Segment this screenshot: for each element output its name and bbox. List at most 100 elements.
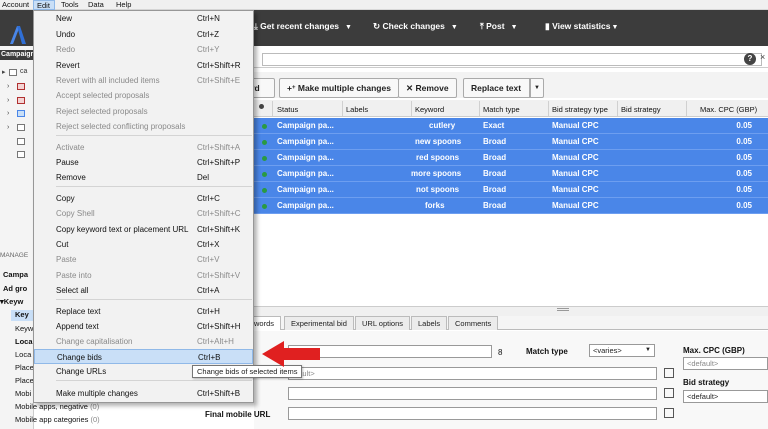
table-row[interactable]: Campaign pa... red spoons Broad Manual C… bbox=[254, 150, 768, 166]
menu-item-replace-text[interactable]: Replace text Ctrl+H bbox=[34, 304, 253, 319]
column-labels[interactable]: Labels bbox=[346, 105, 368, 114]
campaign-icon[interactable] bbox=[17, 83, 25, 90]
tree-expander[interactable]: › bbox=[7, 97, 9, 104]
manage-item-placements[interactable]: Place bbox=[15, 363, 34, 372]
tab-url-options[interactable]: URL options bbox=[355, 316, 410, 330]
menu-item-paste: Paste Ctrl+V bbox=[34, 252, 253, 267]
status-enabled-icon bbox=[262, 172, 267, 177]
tree-expander[interactable]: ▸ bbox=[2, 68, 6, 76]
menu-item-shortcut: Ctrl+H bbox=[197, 307, 220, 316]
menu-data[interactable]: Data bbox=[88, 0, 104, 10]
manage-item-ad-groups[interactable]: Ad gro bbox=[3, 284, 27, 293]
bid-strategy-label: Bid strategy bbox=[683, 378, 730, 387]
menu-item-cut[interactable]: Cut Ctrl+X bbox=[34, 237, 253, 252]
table-row[interactable]: Campaign pa... not spoons Broad Manual C… bbox=[254, 182, 768, 198]
menu-item-remove[interactable]: Remove Del bbox=[34, 170, 253, 185]
tree-label[interactable]: ca bbox=[20, 68, 27, 75]
menu-item-make-multiple-changes[interactable]: Make multiple changes Ctrl+Shift+B bbox=[34, 386, 253, 401]
download-icon: ⤓ bbox=[254, 21, 258, 31]
menu-item-label: Activate bbox=[56, 143, 85, 152]
menu-bar: Account Edit Tools Data Help bbox=[0, 0, 768, 10]
match-type-label: Match type bbox=[526, 347, 568, 356]
menu-item-undo[interactable]: Undo Ctrl+Z bbox=[34, 27, 253, 42]
cell-campaign: Campaign pa... bbox=[277, 153, 334, 162]
campaign-icon[interactable] bbox=[17, 110, 25, 117]
menu-item-paste-into: Paste into Ctrl+Shift+V bbox=[34, 268, 253, 283]
open-link-icon[interactable] bbox=[664, 388, 674, 398]
menu-item-pause[interactable]: Pause Ctrl+Shift+P bbox=[34, 155, 253, 170]
menu-help[interactable]: Help bbox=[116, 0, 131, 10]
get-recent-changes-button[interactable]: ⤓ Get recent changes ▼ bbox=[254, 21, 352, 32]
manage-item-keywords[interactable]: ▾Keyw bbox=[0, 297, 23, 306]
bid-strategy-select[interactable]: <default> bbox=[683, 390, 768, 403]
campaign-icon[interactable] bbox=[17, 124, 25, 131]
manage-item-keyword-negative[interactable]: Keyw bbox=[15, 324, 33, 333]
column-status[interactable]: Status bbox=[277, 105, 298, 114]
menu-tools[interactable]: Tools bbox=[61, 0, 79, 10]
menu-item-label: Pause bbox=[56, 158, 79, 167]
check-changes-button[interactable]: ↻ Check changes ▼ bbox=[373, 21, 458, 32]
menu-item-shortcut: Ctrl+Shift+E bbox=[197, 76, 241, 85]
campaign-icon[interactable] bbox=[17, 97, 25, 104]
tree-expander[interactable]: › bbox=[7, 110, 9, 117]
manage-item-locations[interactable]: Loca bbox=[15, 337, 33, 346]
table-row[interactable]: Campaign pa... forks Broad Manual CPC 0.… bbox=[254, 198, 768, 214]
column-bid-strategy[interactable]: Bid strategy bbox=[621, 105, 661, 114]
open-link-icon[interactable] bbox=[664, 368, 674, 378]
menu-item-select-all[interactable]: Select all Ctrl+A bbox=[34, 283, 253, 298]
max-cpc-input[interactable]: <default> bbox=[683, 357, 768, 370]
search-input[interactable] bbox=[262, 53, 762, 66]
tab-experimental-bid[interactable]: Experimental bid bbox=[284, 316, 354, 330]
menu-item-new[interactable]: New Ctrl+N bbox=[34, 11, 253, 26]
table-row[interactable]: Campaign pa... cutlery Exact Manual CPC … bbox=[254, 118, 768, 134]
menu-item-copy[interactable]: Copy Ctrl+C bbox=[34, 191, 253, 206]
table-row[interactable]: Campaign pa... new spoons Broad Manual C… bbox=[254, 134, 768, 150]
manage-item-mobile-app-categories[interactable]: Mobile app categories (0) bbox=[15, 415, 100, 424]
menu-item-label: Revert bbox=[56, 61, 80, 70]
table-row[interactable]: Campaign pa... more spoons Broad Manual … bbox=[254, 166, 768, 182]
menu-item-shortcut: Ctrl+X bbox=[197, 240, 220, 249]
cell-keyword: not spoons bbox=[416, 185, 460, 194]
manage-item-keywords-selected[interactable]: Key bbox=[11, 310, 34, 321]
column-bid-strategy-type[interactable]: Bid strategy type bbox=[552, 105, 608, 114]
column-keyword[interactable]: Keyword bbox=[415, 105, 444, 114]
match-type-select[interactable]: <varies> ▼ bbox=[589, 344, 655, 357]
open-link-icon[interactable] bbox=[664, 408, 674, 418]
post-button[interactable]: ⤒ Post ▼ bbox=[480, 21, 518, 32]
cell-bid-strategy-type: Manual CPC bbox=[552, 185, 599, 194]
manage-item-locations-2[interactable]: Loca bbox=[15, 350, 31, 359]
tree-expander[interactable]: › bbox=[7, 83, 9, 90]
manage-item-campaigns[interactable]: Campa bbox=[3, 270, 28, 279]
final-mobile-url-field[interactable] bbox=[288, 407, 657, 420]
manage-item-mobile-apps-negative[interactable]: Mobile apps, negative (0) bbox=[15, 402, 99, 411]
menu-item-change-bids[interactable]: Change bids Ctrl+B bbox=[34, 349, 253, 364]
remove-button[interactable]: ✕ Remove bbox=[398, 78, 457, 98]
chevron-down-icon: ▼ bbox=[345, 24, 352, 31]
tracking-field[interactable] bbox=[288, 387, 657, 400]
manage-item-mobile[interactable]: Mobi bbox=[15, 389, 31, 398]
close-icon[interactable]: × bbox=[760, 52, 765, 62]
menu-item-label: Make multiple changes bbox=[56, 389, 138, 398]
menu-item-revert[interactable]: Revert Ctrl+Shift+R bbox=[34, 58, 253, 73]
column-max-cpc[interactable]: Max. CPC (GBP) bbox=[700, 105, 757, 114]
menu-account[interactable]: Account bbox=[2, 0, 29, 10]
final-url-field[interactable]: efault> bbox=[288, 367, 657, 380]
get-recent-label: Get recent changes bbox=[260, 21, 340, 31]
replace-text-button[interactable]: Replace text bbox=[463, 78, 530, 98]
menu-item-copy-keyword-text-or-placement-url[interactable]: Copy keyword text or placement URL Ctrl+S… bbox=[34, 222, 253, 237]
campaign-icon[interactable] bbox=[17, 151, 25, 158]
menu-item-append-text[interactable]: Append text Ctrl+Shift+H bbox=[34, 319, 253, 334]
view-statistics-button[interactable]: ▮ View statistics▼ bbox=[545, 21, 618, 32]
tab-comments[interactable]: Comments bbox=[448, 316, 499, 330]
make-multiple-changes-button[interactable]: ++ Make multiple changes bbox=[279, 78, 399, 98]
manage-item-placements-2[interactable]: Place bbox=[15, 376, 34, 385]
help-icon[interactable]: ? bbox=[744, 53, 756, 65]
column-match-type[interactable]: Match type bbox=[483, 105, 520, 114]
replace-text-dropdown[interactable]: ▼ bbox=[530, 78, 544, 98]
campaign-icon[interactable] bbox=[17, 138, 25, 145]
cell-keyword: cutlery bbox=[429, 121, 456, 130]
menu-edit[interactable]: Edit bbox=[33, 0, 55, 10]
panel-splitter[interactable] bbox=[254, 306, 768, 316]
tab-labels[interactable]: Labels bbox=[411, 316, 448, 330]
tree-expander[interactable]: › bbox=[7, 124, 9, 131]
